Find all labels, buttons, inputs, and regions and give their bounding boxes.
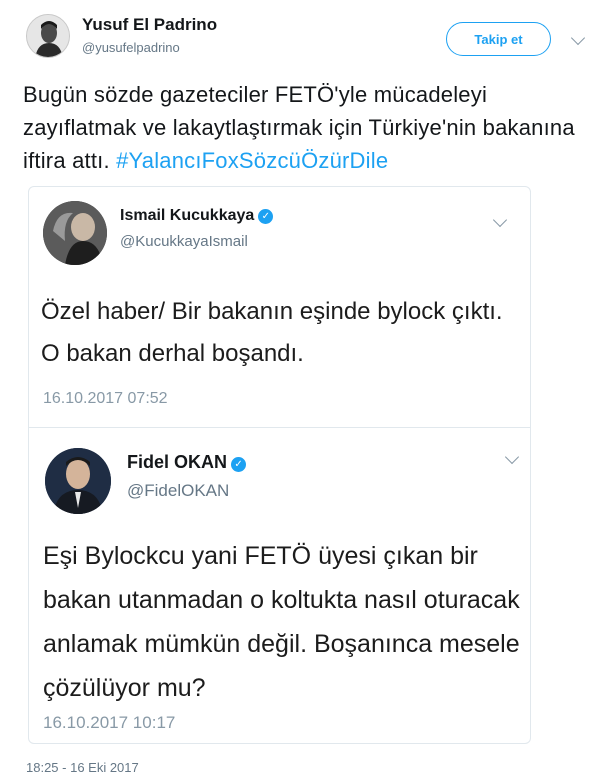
quoted-tweet-card[interactable]: Ismail Kucukkaya ✓ @KucukkayaIsmail Özel … (28, 186, 531, 744)
quoted-author-name[interactable]: Ismail Kucukkaya ✓ (120, 207, 274, 225)
quoted-tweet-text: Özel haber/ Bir bakanın eşinde bylock çı… (41, 298, 503, 367)
nested-author-avatar[interactable] (45, 448, 111, 514)
quoted-author-name-text: Ismail Kucukkaya (120, 207, 255, 224)
tweet-text: Bugün sözde gazeteciler FETÖ'yle mücadel… (23, 78, 593, 177)
follow-button[interactable]: Takip et (446, 22, 551, 56)
author-avatar[interactable] (26, 14, 70, 58)
quoted-author-handle[interactable]: @KucukkayaIsmail (120, 233, 248, 250)
quoted-tweet-timestamp[interactable]: 16.10.2017 07:52 (43, 390, 168, 408)
chevron-down-icon[interactable] (504, 449, 520, 465)
nested-author-name[interactable]: Fidel OKAN ✓ (127, 452, 247, 473)
author-name[interactable]: Yusuf El Padrino (82, 15, 217, 35)
author-handle[interactable]: @yusufelpadrino (82, 40, 180, 55)
quoted-author-avatar[interactable] (43, 201, 107, 265)
nested-tweet-text: Eşi Bylockcu yani FETÖ üyesi çıkan bir b… (43, 542, 520, 702)
nested-author-handle[interactable]: @FidelOKAN (127, 481, 229, 501)
verified-badge-icon: ✓ (231, 457, 247, 472)
tweet-container: Yusuf El Padrino @yusufelpadrino Takip e… (0, 0, 609, 781)
nested-author-name-text: Fidel OKAN (127, 452, 228, 472)
chevron-down-icon[interactable] (570, 30, 586, 46)
hashtag-link[interactable]: #YalancıFoxSözcüÖzürDile (116, 148, 388, 173)
nested-quoted-tweet[interactable]: Fidel OKAN ✓ @FidelOKAN Eşi Bylockcu yani… (29, 427, 530, 743)
nested-tweet-timestamp[interactable]: 16.10.2017 10:17 (43, 713, 175, 733)
chevron-down-icon[interactable] (492, 212, 508, 228)
verified-badge-icon: ✓ (258, 209, 274, 224)
tweet-timestamp[interactable]: 18:25 - 16 Eki 2017 (26, 760, 139, 775)
